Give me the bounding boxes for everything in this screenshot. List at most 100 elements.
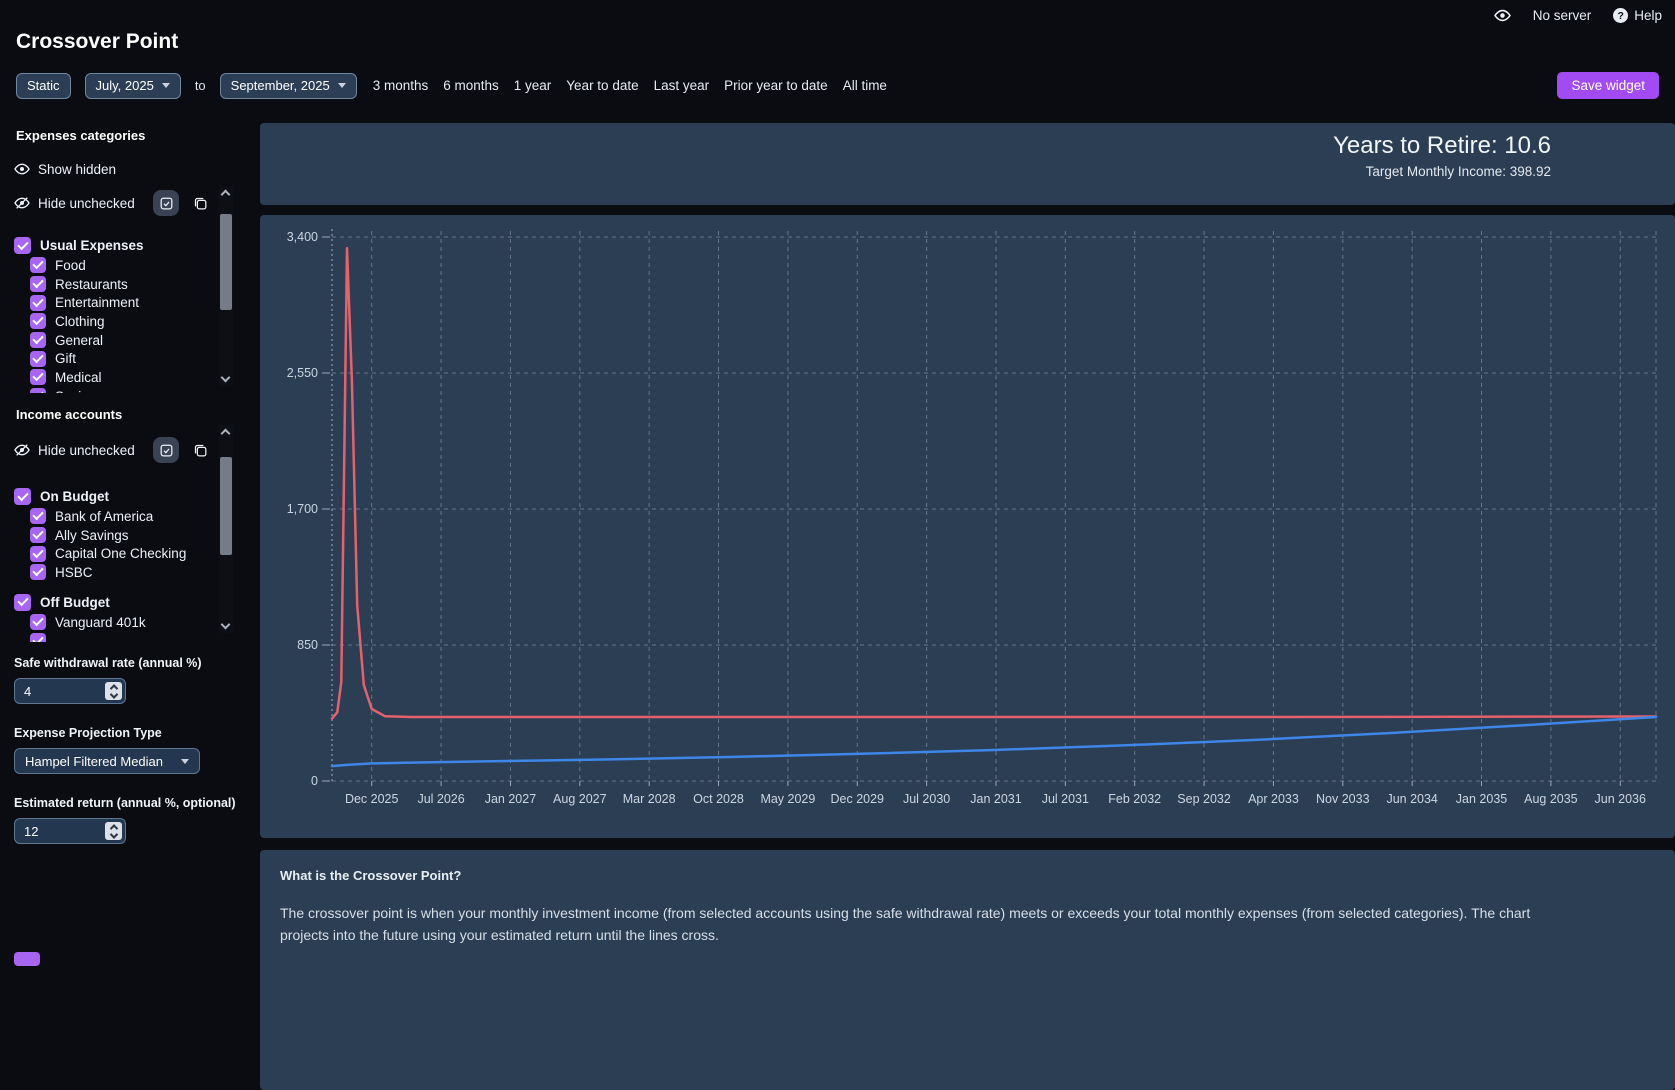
server-status[interactable]: No server [1533, 8, 1592, 23]
item-row[interactable]: Bank of America [14, 507, 227, 526]
range-all-time[interactable]: All time [843, 78, 887, 93]
item-row[interactable]: Ally Savings [14, 526, 227, 545]
series-monthly-expenses-projected- [330, 246, 1658, 720]
svg-text:Jul 2030: Jul 2030 [903, 792, 950, 806]
item-row[interactable]: Restaurants [14, 275, 227, 294]
svg-text:2,550: 2,550 [287, 366, 318, 380]
page-title: Crossover Point [16, 30, 179, 53]
svg-text:Aug 2027: Aug 2027 [553, 792, 607, 806]
item-label: HSBC [55, 564, 93, 580]
square-stack-icon [193, 443, 208, 458]
svg-text:850: 850 [297, 638, 318, 652]
checkbox[interactable] [30, 369, 46, 386]
scrollbar-thumb[interactable] [220, 214, 232, 310]
projection-select[interactable]: Hampel Filtered Median [14, 748, 200, 774]
checkbox[interactable] [14, 237, 31, 254]
item-row[interactable]: Food [14, 256, 227, 275]
help-label: Help [1634, 8, 1662, 23]
svg-text:0: 0 [311, 774, 318, 788]
range-3-months[interactable]: 3 months [373, 78, 429, 93]
from-month-select[interactable]: July, 2025 [84, 72, 181, 99]
chevron-down-icon [161, 83, 170, 88]
info-body: The crossover point is when your monthly… [280, 905, 1531, 943]
range-last-year[interactable]: Last year [654, 78, 710, 93]
mode-button[interactable]: Static [16, 72, 71, 99]
spin-down-icon[interactable] [109, 689, 118, 699]
checkbox[interactable] [30, 508, 46, 525]
checkbox[interactable] [14, 488, 31, 505]
show-hidden-toggle[interactable]: Show hidden [14, 159, 227, 179]
item-row[interactable]: Vanguard 401k [14, 613, 227, 632]
svg-text:Jun 2036: Jun 2036 [1595, 792, 1646, 806]
range-prior-year-to-date[interactable]: Prior year to date [724, 78, 828, 93]
help-link[interactable]: ? Help [1613, 8, 1662, 23]
checkbox[interactable] [30, 527, 46, 544]
range-1-year[interactable]: 1 year [514, 78, 552, 93]
checkbox[interactable] [14, 593, 31, 611]
eye-off-icon [14, 442, 30, 458]
svg-text:Jun 2034: Jun 2034 [1386, 792, 1437, 806]
uncheck-all-button[interactable] [187, 437, 213, 463]
chevron-down-icon [181, 758, 189, 764]
group-row[interactable]: Usual Expenses [14, 235, 227, 256]
income-account-list: On Budget Bank of America Ally Savings Capi… [14, 478, 227, 642]
checked-square-icon [159, 196, 174, 211]
checkbox[interactable] [30, 313, 46, 330]
checkbox[interactable] [30, 545, 46, 562]
checkbox[interactable] [30, 257, 46, 274]
range-year-to-date[interactable]: Year to date [566, 78, 638, 93]
expenses-scrollbar[interactable] [219, 186, 233, 386]
group-label: Usual Expenses [40, 238, 144, 253]
item-row[interactable]: Savings [14, 387, 227, 393]
item-label: Vanguard 401k [55, 614, 146, 630]
scroll-down-icon[interactable] [220, 619, 231, 630]
item-label: Capital One Checking [55, 546, 187, 562]
checkbox[interactable] [30, 564, 46, 581]
svg-text:3,400: 3,400 [287, 230, 318, 244]
item-label: Medical [55, 369, 102, 385]
svg-text:Nov 2033: Nov 2033 [1316, 792, 1370, 806]
spin-down-icon[interactable] [109, 829, 118, 839]
scrollbar-thumb[interactable] [220, 457, 232, 555]
target-monthly-income: Target Monthly Income: 398.92 [1365, 164, 1551, 179]
square-stack-icon [193, 196, 208, 211]
sidebar: Expenses categories Show hidden Hide unc… [0, 120, 243, 966]
svg-text:Jul 2031: Jul 2031 [1042, 792, 1089, 806]
scroll-up-icon[interactable] [220, 428, 231, 439]
expenses-section-title: Expenses categories [16, 128, 146, 143]
item-row[interactable]: Clothing [14, 312, 227, 331]
checkbox[interactable] [30, 350, 46, 367]
item-row[interactable]: General [14, 331, 227, 350]
hide-unchecked-label: Hide unchecked [38, 442, 135, 458]
number-spinner[interactable] [105, 682, 122, 700]
check-all-button[interactable] [153, 437, 179, 463]
svg-text:Sep 2032: Sep 2032 [1177, 792, 1231, 806]
item-row[interactable]: Gift [14, 349, 227, 368]
save-widget-button[interactable]: Save widget [1557, 72, 1659, 99]
scroll-up-icon[interactable] [220, 189, 231, 200]
checkbox[interactable] [30, 614, 46, 631]
crossover-chart[interactable]: 0 850 1,700 2,550 3,400 Dec 2025 Jul 2026 Jan 2… [260, 221, 1675, 833]
item-row[interactable]: Medical [14, 368, 227, 387]
checkbox[interactable] [30, 294, 46, 311]
checkbox[interactable] [30, 276, 46, 293]
to-month-select[interactable]: September, 2025 [219, 72, 357, 99]
projection-label: Expense Projection Type [14, 726, 162, 740]
check-all-button[interactable] [153, 190, 179, 216]
group-row[interactable]: Off Budget [14, 592, 227, 613]
item-row[interactable]: HSBC [14, 563, 227, 582]
accounts-scrollbar[interactable] [219, 425, 233, 633]
uncheck-all-button[interactable] [187, 190, 213, 216]
checkbox[interactable] [30, 332, 46, 349]
group-row[interactable]: On Budget [14, 486, 227, 507]
range-6-months[interactable]: 6 months [443, 78, 499, 93]
item-row[interactable]: Capital One Checking [14, 544, 227, 563]
eye-icon[interactable] [1493, 7, 1511, 24]
checkbox[interactable] [30, 388, 46, 393]
clipped-element [14, 952, 40, 966]
return-field [14, 818, 126, 844]
item-label: Entertainment [55, 295, 140, 311]
number-spinner[interactable] [105, 822, 122, 840]
scroll-down-icon[interactable] [220, 372, 231, 383]
item-row[interactable]: Entertainment [14, 293, 227, 312]
